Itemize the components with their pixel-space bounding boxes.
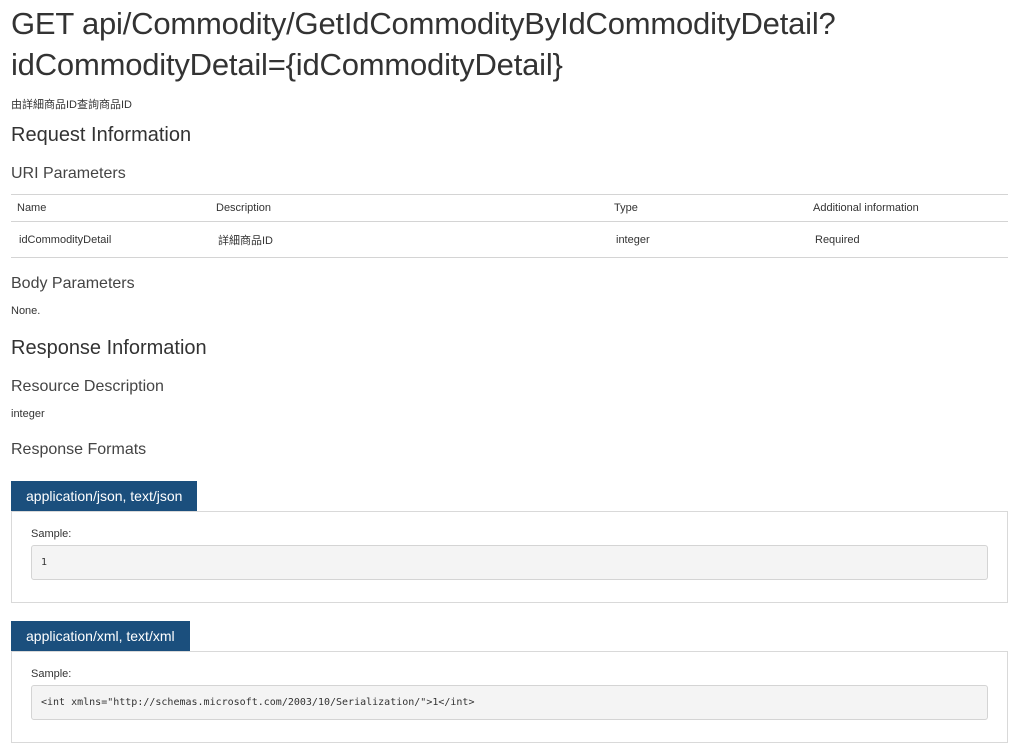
cell-type: integer — [608, 221, 807, 258]
cell-additional-information: Required — [807, 221, 1008, 258]
sample-label: Sample: — [31, 668, 72, 680]
response-formats-heading: Response Formats — [11, 441, 147, 458]
api-title-line-1: GET api/Commodity/GetIdCommodityByIdComm… — [11, 6, 836, 41]
tab-application-json[interactable]: application/json, text/json — [11, 481, 198, 511]
response-format-xml: application/xml, text/xml Sample: <int x… — [11, 621, 1008, 743]
api-title: GET api/Commodity/GetIdCommodityByIdComm… — [11, 3, 1008, 85]
tab-application-xml[interactable]: application/xml, text/xml — [11, 621, 190, 651]
response-format-json: application/json, text/json Sample: 1 — [11, 481, 1008, 603]
column-header-description: Description — [210, 194, 608, 222]
body-parameters-heading: Body Parameters — [11, 275, 135, 292]
cell-description: 詳細商品ID — [210, 221, 608, 258]
sample-panel-xml: Sample: <int xmlns="http://schemas.micro… — [11, 651, 1008, 743]
sample-code-xml: <int xmlns="http://schemas.microsoft.com… — [31, 685, 988, 720]
uri-parameters-heading: URI Parameters — [11, 165, 126, 182]
resource-description-heading: Resource Description — [11, 378, 164, 395]
sample-code-json: 1 — [31, 545, 988, 580]
uri-parameters-table: Name Description Type Additional informa… — [11, 194, 1008, 258]
sample-label: Sample: — [31, 528, 72, 540]
request-information-heading: Request Information — [11, 124, 192, 146]
table-header-row: Name Description Type Additional informa… — [11, 194, 1008, 222]
column-header-name: Name — [11, 194, 210, 222]
help-page: GET api/Commodity/GetIdCommodityByIdComm… — [11, 0, 1008, 743]
api-title-line-2: idCommodityDetail={idCommodityDetail} — [11, 47, 563, 82]
column-header-type: Type — [608, 194, 807, 222]
api-description: 由詳細商品ID查詢商品ID — [11, 99, 132, 111]
column-header-additional-information: Additional information — [807, 194, 1008, 222]
resource-description-value: integer — [11, 408, 45, 420]
table-row: idCommodityDetail 詳細商品ID integer Require… — [11, 221, 1008, 258]
body-parameters-value: None. — [11, 305, 41, 317]
cell-name: idCommodityDetail — [11, 221, 210, 258]
response-information-heading: Response Information — [11, 337, 207, 359]
sample-panel-json: Sample: 1 — [11, 511, 1008, 603]
